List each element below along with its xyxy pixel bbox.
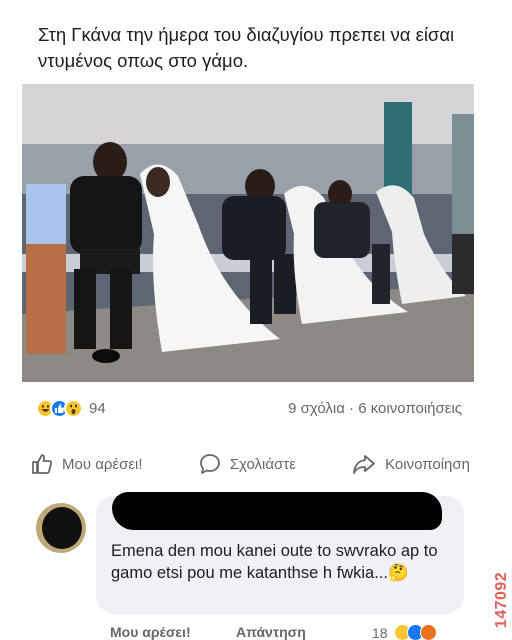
post-actions: Μου αρέσει! Σχολιάστε Κοινοποίηση <box>30 448 470 480</box>
thumbs-up-icon <box>32 454 52 474</box>
share-icon <box>353 455 376 474</box>
post-photo[interactable] <box>22 84 474 382</box>
share-button[interactable]: Κοινοποίηση <box>351 452 470 476</box>
wow-icon <box>64 398 83 418</box>
comment-button[interactable]: Σχολιάστε <box>198 452 296 476</box>
comment-icon <box>199 454 220 474</box>
like-button[interactable]: Μου αρέσει! <box>30 452 143 476</box>
wedding-photo-illustration <box>22 84 474 382</box>
avatar[interactable] <box>36 503 86 553</box>
comment-reactions[interactable]: 18 <box>372 624 437 640</box>
post-stats[interactable]: 9 σχόλια · 6 κοινοποιήσεις <box>288 400 462 417</box>
redacted-commenter-name <box>112 492 442 530</box>
comment-reply-button[interactable]: Απάντηση <box>236 624 306 640</box>
comment-text: Emena den mou kanei oute to swvrako ap t… <box>111 542 438 582</box>
reaction-count: 94 <box>89 399 106 417</box>
reaction-icons[interactable]: 94 <box>36 398 106 418</box>
comment-footer: Μου αρέσει! Απάντηση 18 <box>110 624 470 640</box>
angry-icon <box>419 624 437 640</box>
post-text: Στη Γκάνα την ήμερα του διαζυγίου πρεπει… <box>38 24 455 71</box>
avatar-redaction <box>42 507 82 549</box>
share-label: Κοινοποίηση <box>385 455 470 473</box>
comment-reaction-count: 18 <box>372 624 388 640</box>
watermark: 147092 <box>492 565 512 635</box>
reactions-summary[interactable]: 94 9 σχόλια · 6 κοινοποιήσεις <box>36 396 462 420</box>
comment-label: Σχολιάστε <box>229 455 296 473</box>
comment-like-button[interactable]: Μου αρέσει! <box>110 624 191 640</box>
watermark-text: 147092 <box>493 571 511 629</box>
like-label: Μου αρέσει! <box>62 455 143 473</box>
